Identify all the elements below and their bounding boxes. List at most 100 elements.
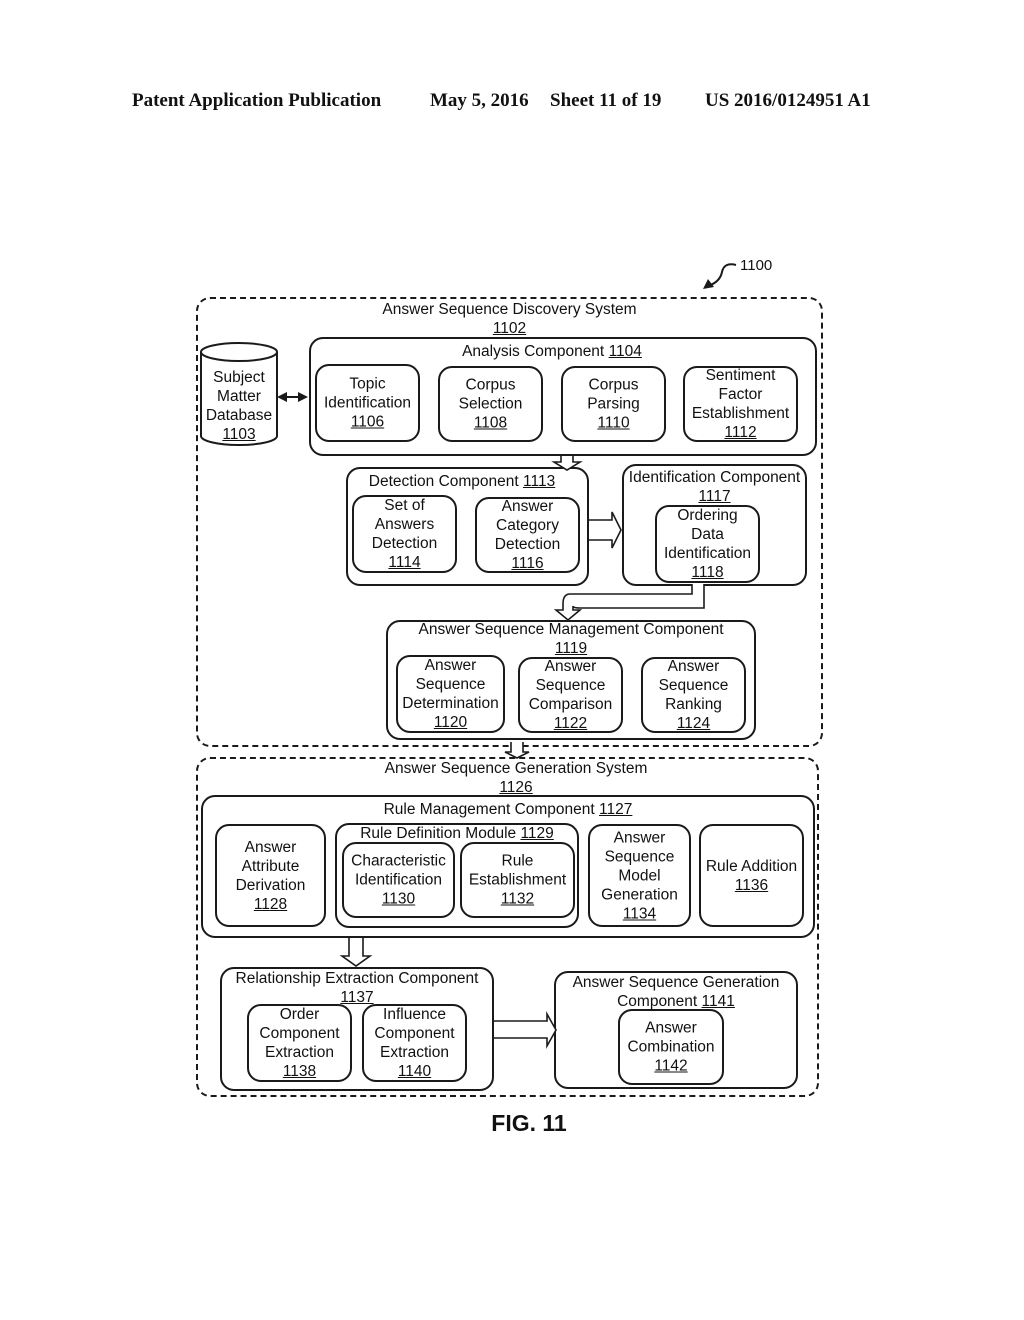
characteristic-identification-box: Characteristic Identification 1130 [342, 842, 455, 918]
set-of-answers-detection-box: Set of Answers Detection 1114 [352, 495, 457, 573]
label-text: Answer [424, 657, 477, 674]
reference-number: 1132 [500, 890, 535, 908]
topic-identification-box: Topic Identification 1106 [315, 364, 420, 442]
discovery-system-label: Answer Sequence Discovery System [382, 301, 637, 318]
reference-number: 1138 [282, 1063, 317, 1080]
figure-ref-leader [707, 263, 737, 287]
discovery-system-number: 1102 [492, 320, 527, 337]
ordering-data-identification-box: Ordering Data Identification 1118 [655, 505, 760, 583]
label-text: Subject [213, 369, 265, 386]
reference-number: 1141 [701, 993, 735, 1010]
rule-management-title: Rule Management Component 1127 [201, 800, 815, 819]
label-text: Combination [627, 1038, 715, 1056]
label-text: Comparison [528, 696, 613, 713]
label-text: Category [496, 517, 559, 534]
label-text: Answer [501, 498, 554, 515]
reference-number: 1116 [511, 555, 544, 572]
publication-label: Patent Application Publication [132, 90, 382, 111]
label-text: Extraction [265, 1044, 334, 1061]
generation-component-title: Answer Sequence Generation Component 114… [554, 973, 798, 1011]
label-text: Identification [323, 394, 412, 412]
identification-component-title: Identification Component 1117 [622, 468, 807, 506]
reference-number: 1127 [599, 801, 633, 818]
figure-caption: FIG. 11 [491, 1110, 567, 1136]
label-text: Sequence [604, 848, 675, 865]
generation-system-title: Answer Sequence Generation System 1126 [196, 759, 836, 797]
answer-sequence-determination-box: Answer Sequence Determination 1120 [396, 655, 505, 733]
patent-number: US 2016/0124951 A1 [705, 90, 871, 111]
reference-number: 1140 [397, 1063, 432, 1080]
label-text: Characteristic [351, 852, 446, 870]
label-text: Detection [494, 536, 561, 553]
reference-number: 1113 [523, 473, 556, 490]
answer-combination-box: Answer Combination 1142 [618, 1009, 724, 1085]
label-text: Answer [645, 1019, 697, 1037]
label-text: Answer [244, 838, 297, 856]
label-text: Answer [544, 658, 597, 675]
label-text: Extraction [380, 1044, 449, 1061]
corpus-parsing-box: Corpus Parsing 1110 [561, 366, 666, 442]
label-text: Detection [371, 535, 438, 552]
label-text: Component [259, 1025, 340, 1042]
relationship-extraction-title: Relationship Extraction Component 1137 [220, 969, 494, 1007]
reference-number: 1112 [724, 424, 757, 441]
label-text: Topic [349, 375, 386, 393]
label-text: Determination [402, 695, 499, 712]
reference-number: 1114 [388, 554, 421, 571]
reference-number: 1110 [597, 414, 630, 432]
label-text: Identification [354, 871, 443, 889]
figure-ref-number: 1100 [740, 257, 773, 274]
label-text: Component [374, 1025, 455, 1042]
reference-number: 1104 [608, 343, 642, 360]
label-text: Derivation [235, 876, 306, 894]
label-text: Identification [663, 545, 752, 562]
reference-number: 1128 [253, 895, 288, 913]
label-text: Sentiment [705, 367, 776, 384]
label-text: Relationship Extraction Component [235, 970, 479, 987]
label-text: Sequence [535, 677, 606, 694]
figure-ref-arrowhead [703, 279, 714, 289]
label-text: Generation [601, 886, 678, 903]
label-text: Factor [718, 386, 763, 403]
reference-number: 1142 [654, 1057, 688, 1075]
label-text: Component [617, 993, 698, 1010]
reference-number: 1136 [734, 876, 769, 894]
reference-number: 1117 [698, 488, 731, 505]
label-text: Rule Addition [705, 857, 798, 875]
answer-sequence-ranking-box: Answer Sequence Ranking 1124 [641, 657, 746, 733]
label-text: Data [691, 526, 724, 543]
label-text: Corpus [465, 376, 516, 394]
rule-definition-title: Rule Definition Module 1129 [335, 824, 579, 843]
reference-number: 1124 [676, 715, 711, 732]
label-text: Answers [374, 516, 435, 533]
label-text: Influence [383, 1006, 446, 1023]
reference-number: 1122 [553, 715, 588, 732]
influence-component-extraction-box: Influence Component Extraction 1140 [362, 1004, 467, 1082]
label-text: Identification Component [628, 469, 801, 486]
label-text: Database [205, 407, 273, 424]
rule-addition-box: Rule Addition 1136 [699, 824, 804, 927]
label-text: Sequence [415, 676, 486, 693]
reference-number: 1118 [691, 564, 724, 581]
reference-number: 1134 [622, 905, 657, 922]
label-text: Order [279, 1006, 320, 1023]
label-text: Detection Component [368, 473, 519, 490]
label-text: Matter [217, 388, 261, 405]
label-text: Parsing [587, 395, 640, 413]
discovery-system-title: Answer Sequence Discovery System 1102 [196, 300, 823, 338]
label-text: Establishment [691, 405, 790, 422]
label-text: Answer Sequence Generation System [384, 760, 648, 777]
label-text: Ranking [665, 696, 722, 713]
label-text: Answer [667, 658, 720, 675]
answer-sequence-model-generation-box: Answer Sequence Model Generation 1134 [588, 824, 691, 927]
label-text: Model [618, 867, 661, 884]
sheet-number: Sheet 11 of 19 [550, 90, 662, 111]
label-text: Corpus [588, 376, 639, 394]
label-text: Set of [384, 497, 425, 514]
label-text: Selection [458, 395, 523, 413]
label-text: Answer Sequence Management Component [418, 621, 724, 638]
label-text: Attribute [241, 857, 300, 875]
corpus-selection-box: Corpus Selection 1108 [438, 366, 543, 442]
label-text: Analysis Component [462, 343, 605, 360]
publication-date: May 5, 2016 [430, 90, 529, 111]
